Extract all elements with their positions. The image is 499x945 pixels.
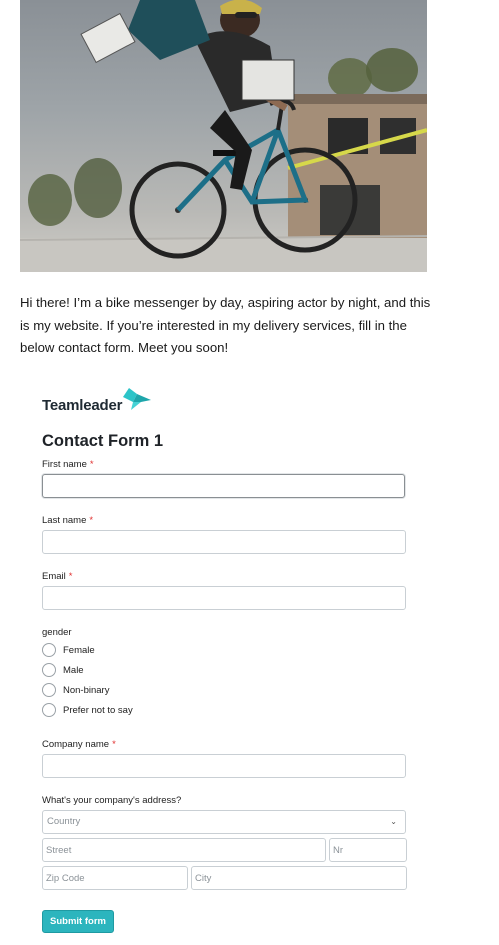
required-marker: * [89, 459, 94, 470]
gender-option-non-binary[interactable]: Non-binary [42, 681, 109, 699]
required-marker: * [112, 739, 116, 750]
gender-option-male[interactable]: Male [42, 661, 84, 679]
country-select-value: Country [47, 816, 81, 827]
gender-label: gender [42, 627, 72, 638]
first-name-label-text: First name [42, 459, 87, 470]
email-label-text: Email [42, 571, 66, 582]
email-input[interactable] [42, 586, 406, 610]
logo-wordmark: Teamleader [42, 397, 123, 414]
radio-label-non-binary: Non-binary [63, 684, 110, 696]
teamleader-logo: Teamleader [42, 388, 162, 418]
address-label: What's your company's address? [42, 795, 182, 806]
teamleader-logo-icon [123, 388, 151, 410]
last-name-label: Last name * [42, 515, 93, 526]
gender-option-prefer-not-to-say[interactable]: Prefer not to say [42, 701, 133, 719]
first-name-label: First name * [42, 459, 94, 470]
intro-paragraph: Hi there! I’m a bike messenger by day, a… [20, 295, 431, 355]
gender-option-female[interactable]: Female [42, 641, 95, 659]
chevron-down-icon: ⌄ [390, 817, 397, 826]
radio-button[interactable] [42, 683, 56, 697]
street-input[interactable] [42, 838, 326, 862]
last-name-input[interactable] [42, 530, 406, 554]
company-name-input[interactable] [42, 754, 406, 778]
radio-label-prefer-not-to-say: Prefer not to say [63, 704, 133, 716]
submit-form-button[interactable]: Submit form [42, 910, 114, 933]
required-marker: * [89, 515, 94, 526]
radio-label-male: Male [63, 664, 84, 676]
zip-code-input[interactable] [42, 866, 188, 890]
bike-messenger-illustration [20, 0, 427, 272]
form-title: Contact Form 1 [42, 432, 164, 450]
radio-label-female: Female [63, 644, 95, 656]
hero-photo [20, 0, 427, 272]
email-label: Email * [42, 571, 72, 582]
radio-button[interactable] [42, 703, 56, 717]
country-select[interactable]: Country ⌄ [42, 810, 406, 834]
required-marker: * [68, 571, 73, 582]
first-name-input[interactable] [42, 474, 405, 498]
radio-button[interactable] [42, 663, 56, 677]
radio-button[interactable] [42, 643, 56, 657]
last-name-label-text: Last name [42, 515, 87, 526]
street-number-input[interactable] [329, 838, 407, 862]
company-name-label: Company name * [42, 739, 116, 750]
company-name-label-text: Company name [42, 739, 110, 750]
city-input[interactable] [191, 866, 407, 890]
